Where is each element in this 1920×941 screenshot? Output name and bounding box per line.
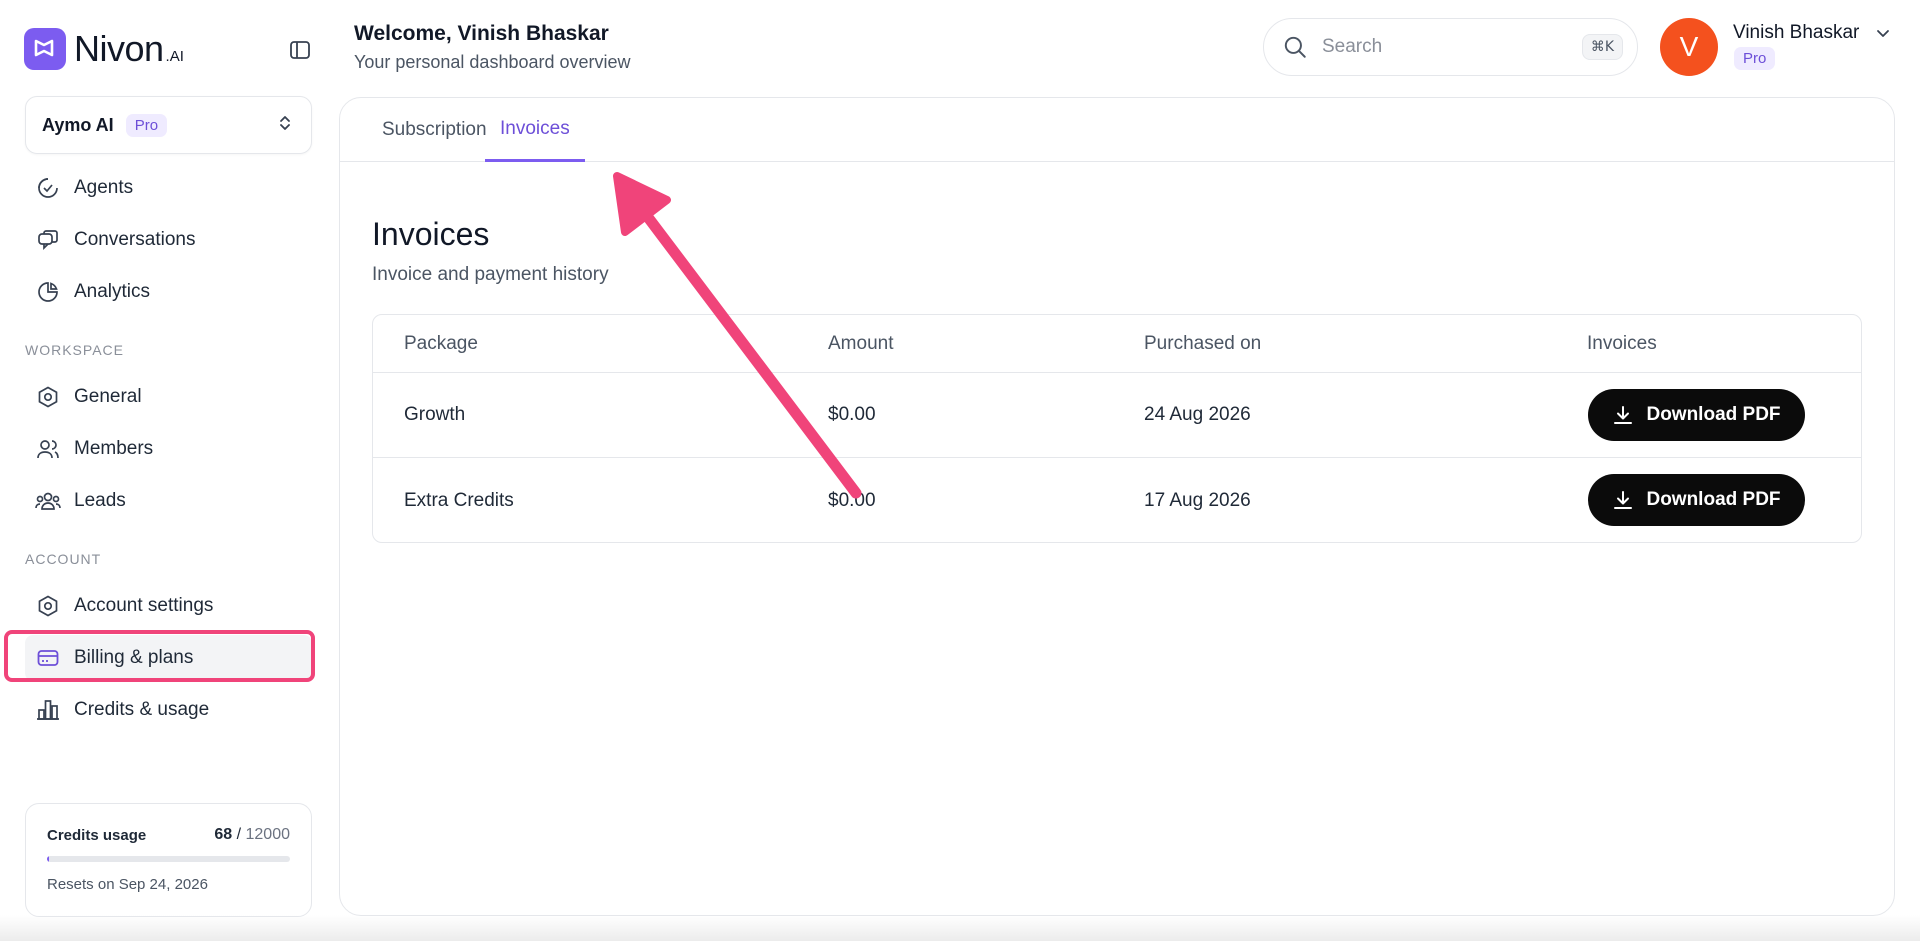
group-icon bbox=[35, 488, 61, 514]
credits-separator: / bbox=[232, 826, 246, 843]
sidebar-item-conversations[interactable]: Conversations bbox=[25, 217, 312, 263]
page-title: Invoices bbox=[372, 216, 490, 252]
sidebar-item-general[interactable]: General bbox=[25, 374, 312, 420]
welcome-heading: Welcome, Vinish Bhaskar bbox=[354, 22, 609, 45]
download-pdf-label: Download PDF bbox=[1646, 489, 1781, 510]
sidebar-item-analytics[interactable]: Analytics bbox=[25, 269, 312, 315]
sidebar-item-label: Analytics bbox=[74, 281, 151, 302]
column-header-purchased-on: Purchased on bbox=[1144, 332, 1262, 354]
purchase-date-cell: 17 Aug 2026 bbox=[1144, 489, 1251, 511]
download-pdf-label: Download PDF bbox=[1646, 404, 1781, 425]
sidebar-item-leads[interactable]: Leads bbox=[25, 478, 312, 524]
package-cell: Growth bbox=[404, 404, 466, 425]
table-row: Extra Credits $0.00 17 Aug 2026 Download… bbox=[373, 458, 1861, 543]
credits-used: 68 bbox=[214, 826, 233, 843]
check-circle-icon bbox=[35, 175, 61, 201]
amount-cell: $0.00 bbox=[828, 404, 876, 425]
column-header-amount: Amount bbox=[828, 332, 894, 354]
users-icon bbox=[35, 436, 61, 462]
credit-card-icon bbox=[35, 645, 61, 671]
column-header-package: Package bbox=[404, 332, 478, 354]
user-name[interactable]: Vinish Bhaskar bbox=[1733, 22, 1859, 44]
settings-hex-icon bbox=[35, 384, 61, 410]
billing-panel: Subscription Invoices Invoices Invoice a… bbox=[339, 97, 1895, 916]
settings-hex-icon bbox=[35, 593, 61, 619]
credits-progress-fill bbox=[47, 856, 50, 862]
user-menu-toggle[interactable] bbox=[1874, 24, 1892, 47]
sidebar-item-label: Credits & usage bbox=[74, 699, 210, 720]
logo-icon bbox=[24, 28, 66, 70]
credits-count: 68 / 12000 bbox=[214, 826, 290, 844]
invoices-table: Package Amount Purchased on Invoices Gro… bbox=[372, 314, 1862, 543]
table-header-row: Package Amount Purchased on Invoices bbox=[373, 315, 1861, 373]
credits-progress-bar bbox=[47, 856, 290, 862]
brand-suffix: .AI bbox=[165, 47, 184, 65]
user-plan: Pro bbox=[1734, 47, 1776, 70]
search-input[interactable] bbox=[1322, 36, 1552, 58]
sidebar-panel-icon bbox=[290, 41, 310, 59]
brand-name: Nivon bbox=[74, 28, 164, 69]
welcome-subtitle: Your personal dashboard overview bbox=[354, 52, 631, 72]
sidebar-item-label: Conversations bbox=[74, 229, 196, 250]
sidebar-item-label: Leads bbox=[74, 490, 126, 511]
section-label-workspace: WORKSPACE bbox=[25, 342, 124, 358]
search-shortcut-hint: ⌘K bbox=[1581, 34, 1623, 60]
sidebar-item-agents[interactable]: Agents bbox=[25, 165, 312, 211]
chat-bubbles-icon bbox=[35, 227, 61, 253]
chevron-down-icon bbox=[1877, 30, 1889, 37]
credits-reset-date: Resets on Sep 24, 2026 bbox=[47, 876, 208, 893]
package-cell: Extra Credits bbox=[404, 489, 514, 511]
user-plan-badge: Pro bbox=[1734, 47, 1776, 70]
avatar[interactable]: V bbox=[1660, 18, 1718, 76]
pie-chart-icon bbox=[35, 279, 61, 305]
brand-logo[interactable]: Nivon .AI bbox=[24, 28, 184, 70]
amount-cell: $0.00 bbox=[828, 489, 876, 511]
section-label-account: ACCOUNT bbox=[25, 551, 102, 567]
download-pdf-button[interactable]: Download PDF bbox=[1588, 389, 1805, 441]
sidebar-item-credits-usage[interactable]: Credits & usage bbox=[25, 687, 312, 733]
sidebar-item-label: General bbox=[74, 386, 142, 407]
sidebar-item-label: Agents bbox=[74, 177, 134, 198]
credits-total: 12000 bbox=[245, 826, 291, 843]
sidebar-toggle-button[interactable] bbox=[286, 36, 314, 64]
purchase-date-cell: 24 Aug 2026 bbox=[1144, 404, 1251, 425]
search-bar[interactable]: ⌘K bbox=[1263, 18, 1638, 76]
download-pdf-button[interactable]: Download PDF bbox=[1588, 474, 1805, 526]
workspace-switcher[interactable]: Aymo AI Pro bbox=[25, 96, 312, 154]
credits-usage-title: Credits usage bbox=[47, 826, 147, 844]
sidebar-item-label: Members bbox=[74, 438, 154, 459]
download-icon bbox=[1614, 406, 1633, 424]
sidebar-item-members[interactable]: Members bbox=[25, 426, 312, 472]
search-icon bbox=[1284, 36, 1306, 58]
sidebar-item-billing[interactable]: Billing & plans bbox=[25, 635, 312, 681]
tab-invoices[interactable]: Invoices bbox=[485, 98, 585, 162]
tab-subscription[interactable]: Subscription bbox=[382, 98, 487, 162]
download-icon bbox=[1614, 491, 1633, 509]
billing-tabs: Subscription Invoices bbox=[340, 98, 1894, 162]
sidebar: Nivon .AI Aymo AI Pro Agents Conversatio… bbox=[0, 0, 336, 941]
page-subtitle: Invoice and payment history bbox=[372, 264, 609, 285]
workspace-plan-badge: Pro bbox=[125, 113, 168, 137]
bar-chart-icon bbox=[35, 697, 61, 723]
table-row: Growth $0.00 24 Aug 2026 Download PDF bbox=[373, 373, 1861, 458]
sidebar-item-label: Billing & plans bbox=[74, 647, 194, 668]
column-header-invoices: Invoices bbox=[1587, 332, 1657, 354]
workspace-name: Aymo AI bbox=[42, 114, 114, 135]
chevron-up-down-icon bbox=[275, 113, 295, 138]
sidebar-item-label: Account settings bbox=[74, 595, 214, 616]
sidebar-item-account-settings[interactable]: Account settings bbox=[25, 583, 312, 629]
credits-usage-card: Credits usage 68 / 12000 Resets on Sep 2… bbox=[25, 803, 312, 917]
